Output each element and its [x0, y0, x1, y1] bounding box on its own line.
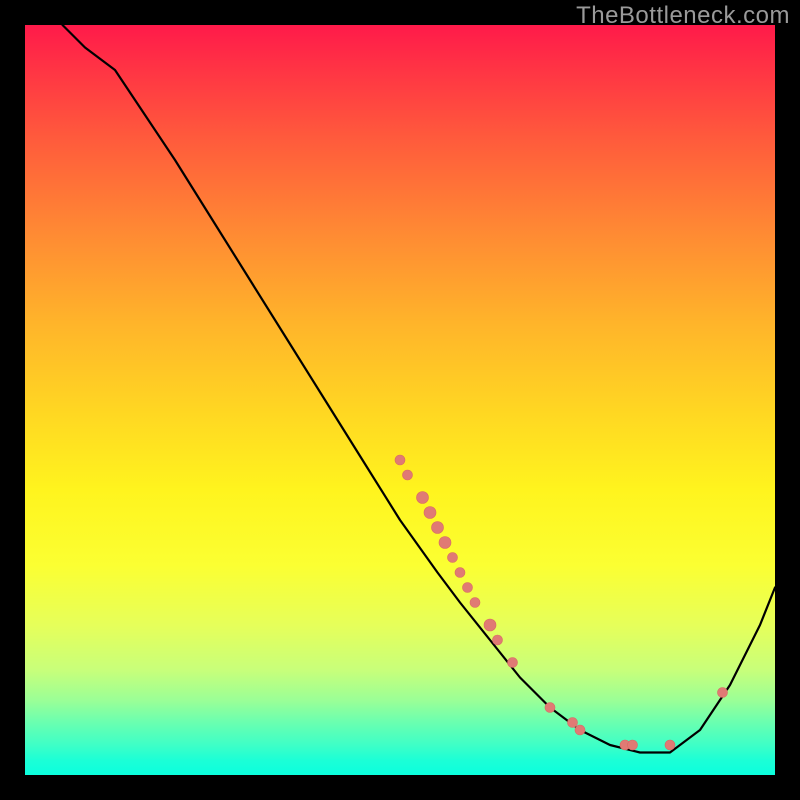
- data-marker: [665, 740, 675, 750]
- data-marker: [628, 740, 638, 750]
- data-marker: [432, 522, 444, 534]
- data-marker: [463, 583, 473, 593]
- data-marker: [568, 718, 578, 728]
- data-marker: [448, 553, 458, 563]
- data-marker: [455, 568, 465, 578]
- data-marker: [718, 688, 728, 698]
- watermark-text: TheBottleneck.com: [576, 2, 790, 30]
- data-marker: [424, 507, 436, 519]
- plot-area: [25, 25, 775, 775]
- data-marker: [417, 492, 429, 504]
- chart-frame: TheBottleneck.com: [0, 0, 800, 800]
- data-marker: [439, 537, 451, 549]
- data-marker: [395, 455, 405, 465]
- data-marker: [484, 619, 496, 631]
- data-marker: [403, 470, 413, 480]
- data-marker: [575, 725, 585, 735]
- marker-group: [395, 455, 728, 750]
- data-marker: [470, 598, 480, 608]
- data-marker: [493, 635, 503, 645]
- data-marker: [545, 703, 555, 713]
- data-marker: [508, 658, 518, 668]
- curve-layer: [25, 25, 775, 775]
- bottleneck-curve: [63, 25, 776, 753]
